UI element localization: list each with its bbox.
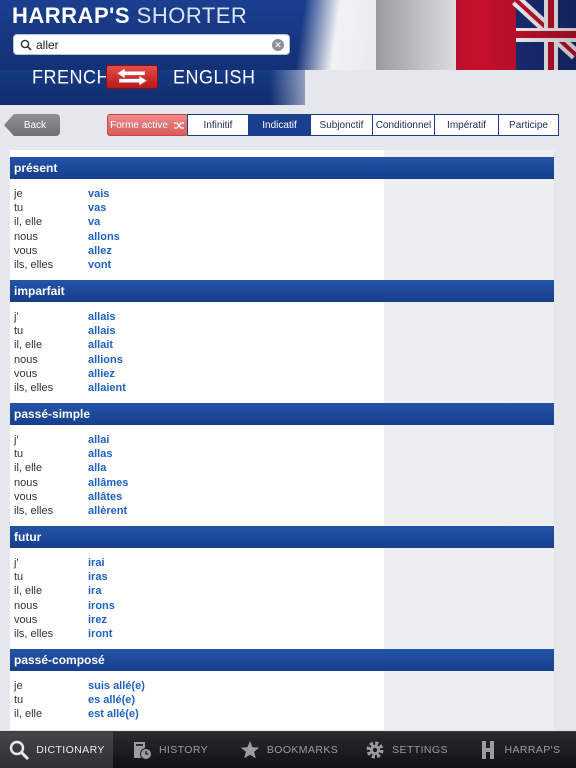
- tense-header: imparfait: [10, 280, 554, 302]
- swap-arrows-icon: [117, 68, 147, 86]
- table-row: ils, elles allèrent: [14, 505, 128, 518]
- forme-active-button[interactable]: Forme active: [107, 114, 188, 136]
- tab-indicatif[interactable]: Indicatif: [249, 115, 311, 135]
- tab-subjonctif[interactable]: Subjonctif: [311, 115, 373, 135]
- tense-section-imparfait: imparfait j' allais tu allais il, elle alla…: [10, 280, 554, 395]
- tab-history[interactable]: HISTORY: [113, 732, 226, 768]
- tense-section-present: présent je vais tu vas il, elle va nous allo…: [10, 157, 554, 272]
- table-row: vous alliez: [14, 367, 115, 380]
- table-row: tu allas: [14, 448, 113, 461]
- star-icon: [240, 741, 260, 759]
- table-row: vous allez: [14, 244, 112, 257]
- clear-search-icon[interactable]: ✕: [272, 38, 284, 51]
- table-row: ils, elles vont: [14, 259, 112, 272]
- union-flag-graphic: [376, 0, 576, 70]
- table-row: j' allais: [14, 311, 116, 324]
- tab-imperatif[interactable]: Impératif: [435, 115, 499, 135]
- gear-icon: [366, 741, 384, 759]
- search-field[interactable]: ✕: [13, 34, 290, 55]
- table-row: vous irez: [14, 613, 107, 626]
- harraps-h-icon: [481, 741, 494, 759]
- table-row: tu es allé(e): [14, 694, 136, 707]
- tense-section-futur: futur j' irai tu iras il, elle ira nous iron…: [10, 526, 554, 641]
- tense-section-passe-compose: passé-composé je suis allé(e) tu es allé(e…: [10, 649, 554, 722]
- table-row: ils, elles allaient: [14, 382, 126, 395]
- table-row: tu iras: [14, 571, 108, 584]
- back-button[interactable]: Back: [4, 114, 60, 136]
- forme-active-label: Forme active: [110, 119, 168, 131]
- search-input[interactable]: [36, 37, 272, 52]
- search-icon: [20, 39, 32, 51]
- table-row: il, elle allait: [14, 339, 114, 352]
- tab-settings[interactable]: SETTINGS: [351, 732, 461, 768]
- table-row: il, elle alla: [14, 462, 107, 475]
- target-language-label[interactable]: ENGLISH: [173, 66, 256, 89]
- conjugation-list[interactable]: présent je vais tu vas il, elle va nous allo…: [0, 150, 576, 730]
- tab-participe[interactable]: Participe: [499, 115, 558, 135]
- swap-language-button[interactable]: [106, 65, 158, 89]
- tense-header: passé-composé: [10, 649, 554, 671]
- source-language-label[interactable]: FRENCH: [32, 66, 110, 89]
- app-header: HARRAP'S SHORTER ✕ FRENCH ENGLISH: [0, 0, 576, 105]
- tense-section-passe-simple: passé-simple j' allai tu allas il, elle all…: [10, 403, 554, 518]
- tab-harraps[interactable]: HARRAP'S: [461, 732, 576, 768]
- tense-header: présent: [10, 157, 554, 179]
- table-row: il, elle va: [14, 216, 101, 229]
- bottom-tab-bar: DICTIONARY HISTORY BOOKMARKS SETTINGS HA…: [0, 731, 576, 768]
- table-row: vous allâtes: [14, 490, 123, 503]
- tense-header: futur: [10, 526, 554, 548]
- table-row: ils, elles iront: [14, 628, 113, 641]
- table-row: nous allons: [14, 230, 120, 243]
- shuffle-icon: [173, 121, 184, 129]
- table-row: tu vas: [14, 202, 107, 215]
- table-row: il, elle ira: [14, 585, 102, 598]
- history-book-icon: [133, 742, 152, 760]
- table-row: je suis allé(e): [14, 680, 145, 693]
- table-row: j' irai: [14, 557, 105, 570]
- table-row: j' allai: [14, 434, 110, 447]
- table-row: tu allais: [14, 325, 116, 338]
- magnifier-icon: [10, 740, 30, 761]
- table-row: il, elle est allé(e): [14, 708, 139, 721]
- mood-tabs: Infinitif Indicatif Subjonctif Condition…: [187, 114, 559, 136]
- tense-header: passé-simple: [10, 403, 554, 425]
- tab-infinitif[interactable]: Infinitif: [188, 115, 249, 135]
- app-logo: HARRAP'S SHORTER: [12, 3, 248, 28]
- table-row: nous allâmes: [14, 476, 129, 489]
- table-row: nous allions: [14, 353, 123, 366]
- table-row: je vais: [14, 188, 110, 201]
- tab-dictionary[interactable]: DICTIONARY: [0, 732, 113, 768]
- tab-bookmarks[interactable]: BOOKMARKS: [226, 732, 351, 768]
- tab-conditionnel[interactable]: Conditionnel: [373, 115, 435, 135]
- table-row: nous irons: [14, 599, 115, 612]
